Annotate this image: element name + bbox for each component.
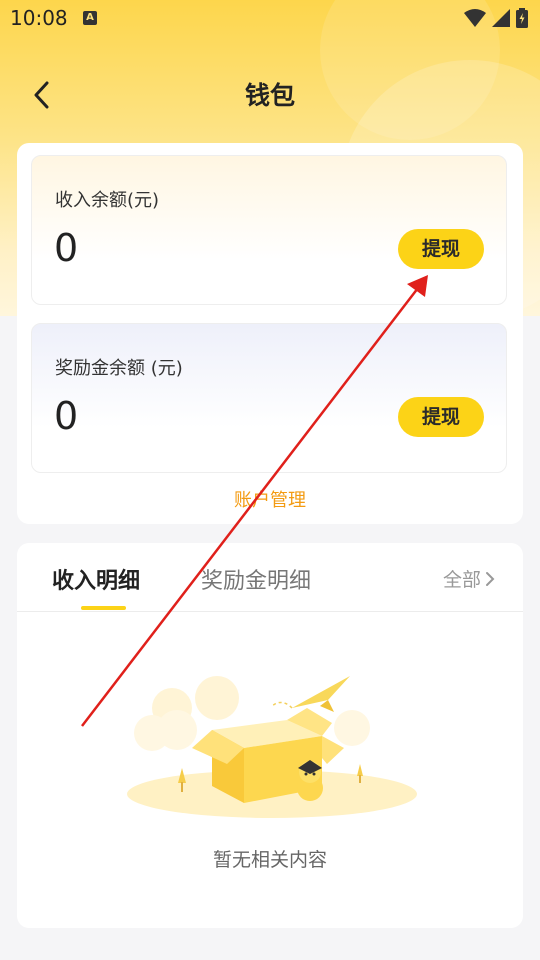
income-withdraw-button[interactable]: 提现 <box>398 229 484 269</box>
income-balance-label: 收入余额(元) <box>55 190 160 211</box>
bonus-balance-value: 0 <box>54 394 79 438</box>
active-tab-indicator <box>81 606 126 610</box>
tab-income-details[interactable]: 收入明细 <box>52 563 140 595</box>
signal-icon <box>492 9 510 27</box>
account-management-link[interactable]: 账户管理 <box>17 486 523 512</box>
all-filter-label: 全部 <box>442 569 481 591</box>
income-balance-box: 收入余额(元) 0 提现 <box>31 155 507 305</box>
details-card: 收入明细 奖励金明细 全部 暂无相关内容 <box>17 543 523 928</box>
wallet-card: 收入余额(元) 0 提现 奖励金余额 (元) 0 提现 账户管理 <box>17 143 523 524</box>
all-filter-link[interactable]: 全部 <box>443 565 495 592</box>
status-bar: 10:08 A <box>0 0 540 36</box>
status-time: 10:08 <box>10 6 68 30</box>
battery-icon <box>516 8 528 28</box>
empty-state-text: 暂无相关内容 <box>212 849 327 871</box>
wifi-icon <box>464 9 486 27</box>
income-balance-value: 0 <box>54 226 79 270</box>
notification-a-icon: A <box>83 11 97 25</box>
page-title: 钱包 <box>244 81 295 110</box>
nav-bar: 钱包 <box>0 62 540 126</box>
bonus-withdraw-button[interactable]: 提现 <box>398 397 484 437</box>
tab-divider <box>17 611 523 612</box>
empty-box-illustration <box>127 676 417 818</box>
chevron-right-icon <box>486 571 495 586</box>
bonus-balance-box: 奖励金余额 (元) 0 提现 <box>31 323 507 473</box>
bonus-balance-label: 奖励金余额 (元) <box>55 358 183 379</box>
status-icons <box>464 8 528 28</box>
tab-bonus-details[interactable]: 奖励金明细 <box>201 563 311 595</box>
